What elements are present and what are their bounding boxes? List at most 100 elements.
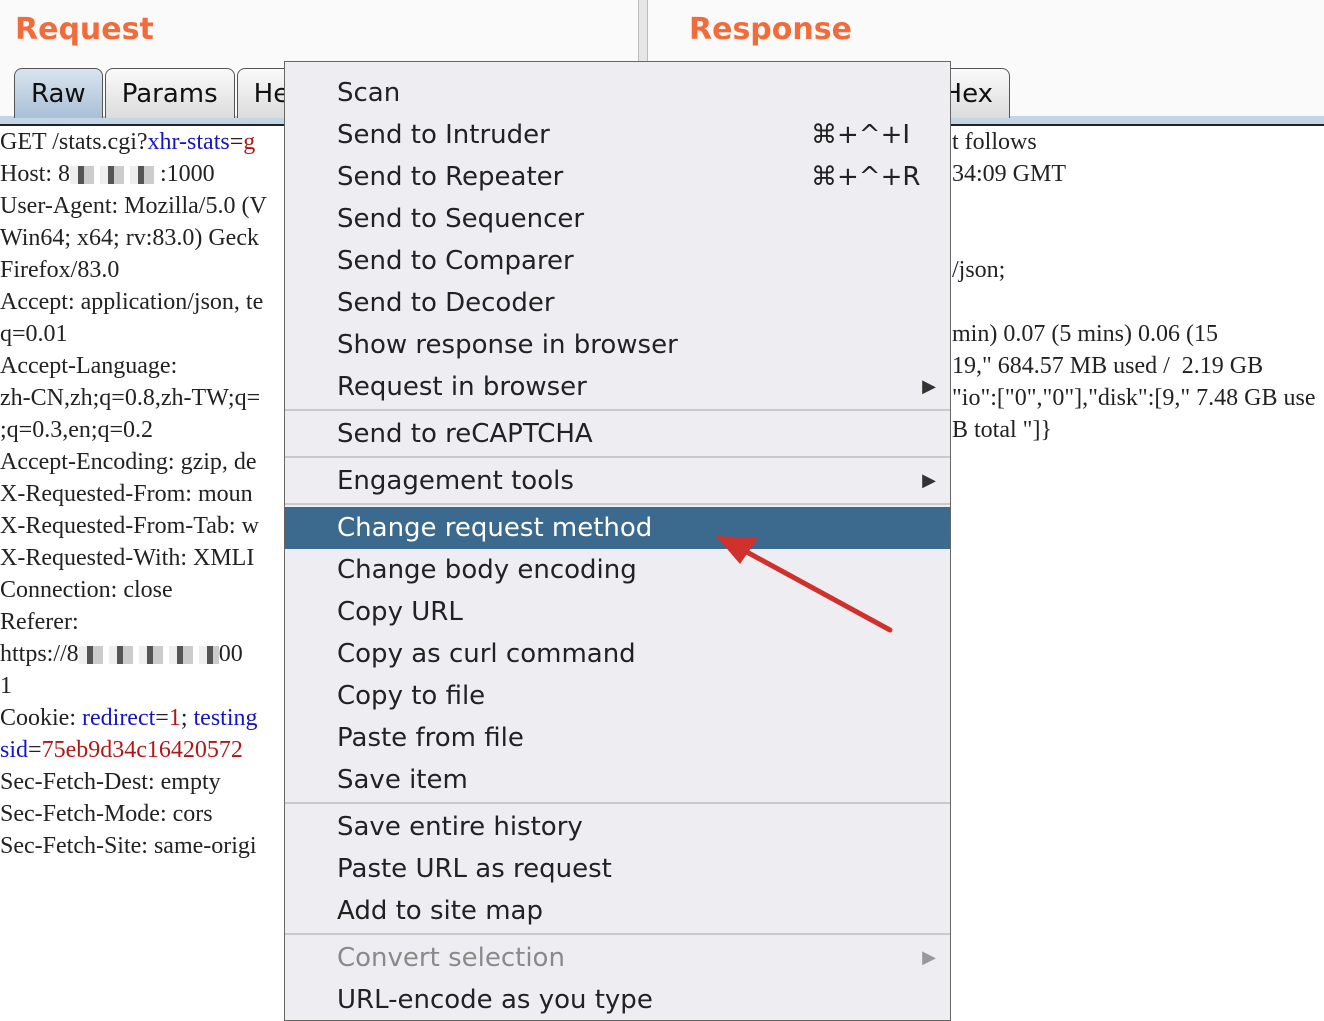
text: https://8 — [0, 641, 79, 667]
text: User-Agent: Mozilla/5.0 (V — [0, 193, 267, 219]
text: ; — [180, 705, 194, 731]
label: Request in browser — [337, 372, 587, 402]
text: t follows — [952, 129, 1037, 155]
text: X-Requested-From: moun — [0, 481, 253, 507]
param-name: redirect — [82, 705, 156, 731]
menu-item-send-to-sequencer[interactable]: Send to Sequencer — [285, 198, 950, 240]
menu-item-send-to-repeater[interactable]: Send to Repeater ⌘+^+R — [285, 156, 950, 198]
text: Host: 8 — [0, 161, 71, 187]
submenu-arrow-icon: ▶ — [922, 376, 936, 397]
context-menu: Scan Send to Intruder ⌘+^+I Send to Repea… — [284, 61, 951, 1021]
menu-item-convert-selection: Convert selection ▶ — [285, 937, 950, 979]
text: 00 — [218, 641, 243, 667]
text: X-Requested-From-Tab: w — [0, 513, 259, 539]
text: Cookie: — [0, 705, 82, 731]
redacted-referer — [78, 646, 219, 665]
label: Convert selection — [337, 943, 565, 973]
menu-item-copy-to-file[interactable]: Copy to file — [285, 675, 950, 717]
text: zh-CN,zh;q=0.8,zh-TW;q= — [0, 385, 261, 411]
label: Send to Decoder — [337, 288, 555, 318]
menu-item-send-to-decoder[interactable]: Send to Decoder — [285, 282, 950, 324]
text: 19," 684.57 MB used / 2.19 GB — [952, 353, 1264, 379]
label: Show response in browser — [337, 330, 678, 360]
request-editor[interactable]: GET /stats.cgi?xhr-stats=g Host: 8:1000 … — [0, 126, 267, 862]
label: Save item — [337, 765, 468, 795]
text: GET /stats.cgi? — [0, 129, 148, 155]
menu-item-send-to-recaptcha[interactable]: Send to reCAPTCHA — [285, 413, 950, 455]
text: /json; — [952, 257, 1006, 283]
text: = — [155, 705, 169, 731]
menu-item-url-encode-as-you-type[interactable]: URL-encode as you type — [285, 979, 950, 1021]
text: 1 — [0, 673, 12, 699]
text: q=0.01 — [0, 321, 68, 347]
param-value: 1 — [168, 705, 181, 731]
submenu-arrow-icon: ▶ — [922, 947, 936, 968]
label: Copy URL — [337, 597, 463, 627]
label: Change request method — [337, 513, 653, 543]
menu-item-scan[interactable]: Scan — [285, 72, 950, 114]
label: URL-encode as you type — [337, 985, 653, 1015]
redacted-host — [70, 166, 161, 185]
menu-item-request-in-browser[interactable]: Request in browser ▶ — [285, 366, 950, 408]
text: "io":["0","0"],"disk":[9," 7.48 GB use — [952, 385, 1316, 411]
menu-item-change-body-encoding[interactable]: Change body encoding — [285, 549, 950, 591]
text: Accept-Encoding: gzip, de — [0, 449, 257, 475]
label: Add to site map — [337, 896, 543, 926]
label: Paste URL as request — [337, 854, 612, 884]
param-value: g — [243, 129, 256, 155]
label: Paste from file — [337, 723, 524, 753]
text: min) 0.07 (5 mins) 0.06 (15 — [952, 321, 1218, 347]
text: Accept: application/json, te — [0, 289, 264, 315]
menu-item-paste-from-file[interactable]: Paste from file — [285, 717, 950, 759]
label: Send to Intruder — [337, 120, 550, 150]
menu-item-show-response-in-browser[interactable]: Show response in browser — [285, 324, 950, 366]
label: Change body encoding — [337, 555, 637, 585]
menu-item-copy-as-curl[interactable]: Copy as curl command — [285, 633, 950, 675]
label: Save entire history — [337, 812, 583, 842]
menu-item-paste-url-as-request[interactable]: Paste URL as request — [285, 848, 950, 890]
label: Send to Repeater — [337, 162, 564, 192]
label: Send to Comparer — [337, 246, 574, 276]
menu-item-copy-url[interactable]: Copy URL — [285, 591, 950, 633]
submenu-arrow-icon: ▶ — [922, 470, 936, 491]
menu-item-engagement-tools[interactable]: Engagement tools ▶ — [285, 460, 950, 502]
text: Sec-Fetch-Site: same-origi — [0, 833, 257, 859]
text: ;q=0.3,en;q=0.2 — [0, 417, 154, 443]
text: X-Requested-With: XMLI — [0, 545, 255, 571]
text: Sec-Fetch-Dest: empty — [0, 769, 221, 795]
label: Send to Sequencer — [337, 204, 585, 234]
tab-params[interactable]: Params — [104, 68, 235, 118]
shortcut: ⌘+^+I — [811, 120, 911, 150]
text: Win64; x64; rv:83.0) Geck — [0, 225, 259, 251]
text: Accept-Language: — [0, 353, 178, 379]
tab-raw[interactable]: Raw — [14, 68, 103, 118]
shortcut: ⌘+^+R — [811, 162, 921, 192]
text: Sec-Fetch-Mode: cors — [0, 801, 213, 827]
label: Send to reCAPTCHA — [337, 419, 593, 449]
text: = — [229, 129, 244, 155]
menu-item-add-to-site-map[interactable]: Add to site map — [285, 890, 950, 932]
text: B total "]} — [952, 417, 1052, 443]
text: Referer: — [0, 609, 79, 635]
response-title: Response — [689, 12, 852, 47]
menu-item-send-to-intruder[interactable]: Send to Intruder ⌘+^+I — [285, 114, 950, 156]
param-name: sid — [0, 737, 29, 763]
menu-item-send-to-comparer[interactable]: Send to Comparer — [285, 240, 950, 282]
menu-item-change-request-method[interactable]: Change request method — [285, 507, 950, 549]
request-tabs: Raw Params He — [14, 68, 308, 118]
text: Firefox/83.0 — [0, 257, 120, 283]
label: Scan — [337, 78, 401, 108]
request-title: Request — [15, 12, 154, 47]
text: 34:09 GMT — [952, 161, 1066, 187]
response-editor[interactable]: t follows 34:09 GMT /json; min) 0.07 (5 … — [952, 126, 1316, 446]
text: Connection: close — [0, 577, 173, 603]
text: :1000 — [160, 161, 215, 187]
label: Engagement tools — [337, 466, 574, 496]
param-value: 75eb9d34c16420572 — [41, 737, 243, 763]
menu-item-save-item[interactable]: Save item — [285, 759, 950, 801]
param-name: testing — [193, 705, 258, 731]
label: Copy as curl command — [337, 639, 636, 669]
menu-item-save-entire-history[interactable]: Save entire history — [285, 806, 950, 848]
label: Copy to file — [337, 681, 486, 711]
param-name: xhr-stats — [147, 129, 230, 155]
